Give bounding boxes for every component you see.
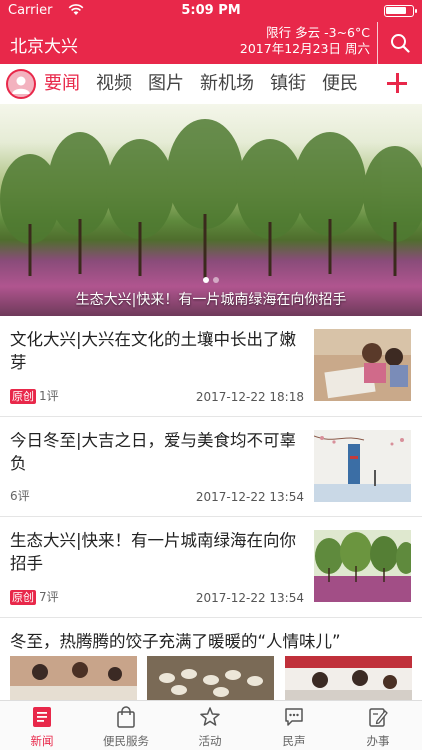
news-title: 文化大兴|大兴在文化的土壤中长出了嫩芽	[10, 330, 297, 372]
bottom-tab-bar: 新闻 便民服务 活动 民声 办事	[0, 700, 422, 750]
news-item[interactable]: 文化大兴|大兴在文化的土壤中长出了嫩芽 原创 1评 2017-12-22 18:1…	[0, 316, 422, 417]
gallery-image	[10, 656, 137, 700]
tabbar-item-affairs[interactable]: 办事	[336, 701, 420, 750]
pager-dot[interactable]	[213, 277, 219, 283]
add-channel-icon[interactable]	[382, 68, 412, 98]
bag-icon	[117, 706, 135, 728]
app-screen: Carrier 5:09 PM 北京大兴 限行 多云 -3~6°C 2017年1…	[0, 0, 422, 750]
news-item-gallery[interactable]: 冬至，热腾腾的饺子充满了暖暖的“人情味儿”	[0, 618, 422, 700]
news-title: 今日冬至|大吉之日，爱与美食均不可辜负	[10, 431, 297, 473]
pager-dot[interactable]	[203, 277, 209, 283]
tabbar-item-news[interactable]: 新闻	[0, 701, 84, 750]
news-title: 生态大兴|快来！有一片城南绿海在向你招手	[10, 531, 297, 573]
tabbar-item-events[interactable]: 活动	[168, 701, 252, 750]
gallery-image	[285, 656, 412, 700]
news-item[interactable]: 生态大兴|快来！有一片城南绿海在向你招手 原创 7评 2017-12-22 13:…	[0, 517, 422, 618]
banner-trees	[0, 119, 422, 279]
tab-6[interactable]: 便民	[322, 64, 358, 104]
tabbar-label: 便民服务	[103, 734, 149, 748]
weather-info[interactable]: 限行 多云 -3~6°C 2017年12月23日 周六	[240, 25, 370, 57]
clock: 5:09 PM	[181, 3, 241, 18]
comment-count: 1评	[39, 389, 59, 403]
comment-count: 7评	[39, 590, 59, 604]
tabbar-label: 新闻	[30, 734, 54, 748]
tab-4[interactable]: 新机场	[200, 64, 254, 104]
tabbar-label: 办事	[366, 734, 390, 748]
hero-banner[interactable]: 生态大兴|快来！有一片城南绿海在向你招手	[0, 104, 422, 316]
news-title: 冬至，热腾腾的饺子充满了暖暖的“人情味儿”	[10, 632, 341, 651]
news-date: 2017-12-22 18:18	[195, 390, 304, 404]
news-thumbnail	[314, 329, 411, 401]
status-bar: Carrier 5:09 PM	[0, 0, 422, 22]
app-header: 北京大兴 限行 多云 -3~6°C 2017年12月23日 周六	[0, 22, 422, 64]
tabbar-item-services[interactable]: 便民服务	[84, 701, 168, 750]
gallery-image	[147, 656, 274, 700]
banner-caption: 生态大兴|快来！有一片城南绿海在向你招手	[75, 292, 347, 308]
tabbar-label: 活动	[198, 734, 222, 748]
star-icon	[200, 707, 220, 726]
news-meta: 6评	[10, 487, 30, 504]
original-tag: 原创	[10, 389, 36, 404]
tabbar-item-voice[interactable]: 民声	[252, 701, 336, 750]
channel-tabs: 要闻 视频 图片 新机场 镇街 便民	[0, 64, 422, 104]
search-icon[interactable]	[390, 33, 410, 53]
news-icon	[33, 707, 51, 727]
user-icon	[12, 76, 30, 94]
news-meta: 原创 1评	[10, 387, 59, 404]
city-selector[interactable]: 北京大兴	[10, 32, 78, 57]
tab-3[interactable]: 图片	[148, 64, 184, 104]
edit-icon	[369, 708, 388, 727]
news-thumbnail	[314, 430, 411, 502]
user-avatar[interactable]	[6, 69, 36, 99]
news-date: 2017-12-22 13:54	[195, 490, 304, 504]
header-divider	[377, 22, 378, 64]
weather-line-1: 限行 多云 -3~6°C	[266, 25, 370, 40]
tab-2[interactable]: 视频	[96, 64, 132, 104]
battery-icon	[384, 5, 417, 17]
weather-line-2: 2017年12月23日 周六	[239, 41, 370, 56]
chat-icon	[285, 708, 303, 726]
tab-5[interactable]: 镇街	[270, 64, 306, 104]
news-thumbnail	[314, 530, 411, 602]
original-tag: 原创	[10, 590, 36, 605]
comment-count: 6评	[10, 489, 30, 503]
tabbar-label: 民声	[282, 734, 306, 748]
gallery-strip	[10, 656, 412, 700]
tab-1[interactable]: 要闻	[44, 64, 80, 104]
news-item[interactable]: 今日冬至|大吉之日，爱与美食均不可辜负 6评 2017-12-22 13:54	[0, 417, 422, 517]
news-meta: 原创 7评	[10, 588, 59, 605]
news-date: 2017-12-22 13:54	[195, 591, 304, 605]
tab-strip: 要闻 视频 图片 新机场 镇街 便民	[44, 64, 382, 104]
